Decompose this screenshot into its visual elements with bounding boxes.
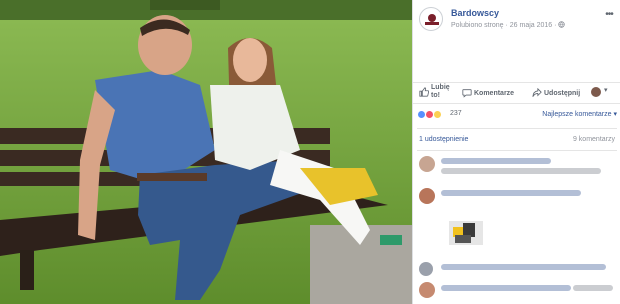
more-options-icon[interactable]: ••• bbox=[603, 10, 615, 20]
comments-count-link[interactable]: 9 komentarzy bbox=[573, 136, 615, 143]
comment-text-blurred bbox=[573, 285, 613, 291]
comment-author-blurred bbox=[441, 285, 571, 291]
comment-author-blurred bbox=[441, 190, 581, 196]
shares-link[interactable]: 1 udostępnienie bbox=[419, 136, 468, 143]
like-label-line2: to! bbox=[431, 92, 440, 99]
comment-author-blurred bbox=[441, 264, 606, 270]
comment-sticker[interactable] bbox=[445, 215, 487, 249]
share-button[interactable]: Udostępnij bbox=[532, 88, 580, 98]
comment-label: Komentarze bbox=[474, 89, 515, 97]
chevron-down-icon[interactable]: ▾ bbox=[604, 86, 608, 94]
post-photo[interactable] bbox=[0, 0, 412, 304]
comment-avatar[interactable] bbox=[419, 156, 435, 172]
sticker-image bbox=[449, 221, 483, 245]
comment-avatar[interactable] bbox=[419, 282, 435, 298]
post-header: Bardowscy Polubiono stronę · 26 maja 201… bbox=[413, 0, 620, 38]
comment-sort-dropdown[interactable]: Najlepsze komentarze ▾ bbox=[542, 110, 617, 118]
photo-scene bbox=[0, 0, 412, 304]
divider bbox=[417, 128, 617, 129]
stats-row: 1 udostępnienie 9 komentarzy bbox=[413, 134, 620, 148]
share-arrow-icon bbox=[532, 88, 542, 97]
page-avatar[interactable] bbox=[419, 7, 443, 31]
page-name-link[interactable]: Bardowscy bbox=[451, 8, 499, 18]
haha-reaction-icon[interactable] bbox=[433, 110, 442, 119]
like-label-line1: Lubię bbox=[431, 84, 450, 91]
post-action-bar: Lubię to! Komentarze Udostępnij ▾ bbox=[413, 82, 620, 104]
divider bbox=[417, 150, 617, 151]
globe-icon bbox=[558, 21, 566, 28]
comment-avatar[interactable] bbox=[419, 188, 435, 204]
like-button[interactable]: Lubię to! bbox=[419, 84, 450, 100]
share-label: Udostępnij bbox=[544, 89, 581, 97]
comment-icon bbox=[462, 89, 472, 98]
comment-text-blurred bbox=[441, 168, 601, 174]
post-meta: Polubiono stronę · 26 maja 2016 · bbox=[451, 21, 566, 29]
post-meta-text: Polubiono stronę · 26 maja 2016 · bbox=[451, 22, 559, 29]
share-as-avatar[interactable] bbox=[591, 87, 601, 97]
bardowscy-logo-icon bbox=[425, 14, 439, 25]
reaction-count[interactable]: 237 bbox=[450, 110, 462, 117]
comment-author-blurred bbox=[441, 158, 551, 164]
reactions-row: 237 Najlepsze komentarze ▾ bbox=[413, 108, 620, 122]
post-side-panel: Bardowscy Polubiono stronę · 26 maja 201… bbox=[412, 0, 620, 304]
comment-avatar[interactable] bbox=[419, 262, 433, 276]
thumbs-up-icon bbox=[419, 87, 429, 97]
comment-button[interactable]: Komentarze bbox=[462, 88, 514, 98]
